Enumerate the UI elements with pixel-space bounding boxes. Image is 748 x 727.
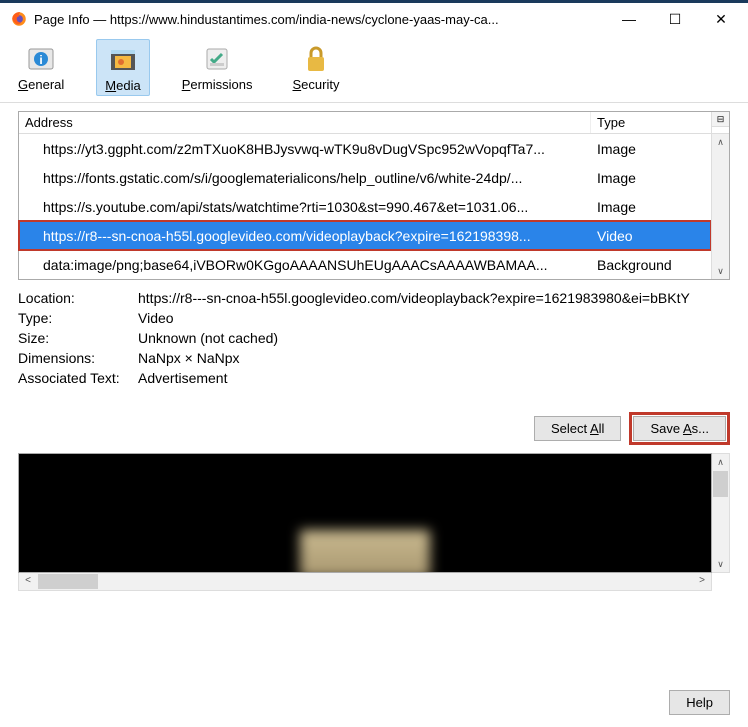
firefox-icon [10,10,28,28]
tab-toolbar: i General Media Permissions Security [0,35,748,103]
row-address: https://fonts.gstatic.com/s/i/googlemate… [19,170,591,186]
tab-media[interactable]: Media [96,39,149,96]
tab-permissions-label: Permissions [182,77,253,92]
page-info-window: Page Info — https://www.hindustantimes.c… [0,0,748,727]
scroll-left-icon[interactable]: < [19,573,37,590]
window-title: Page Info — https://www.hindustantimes.c… [34,12,606,27]
maximize-button[interactable]: ☐ [652,4,698,34]
list-row[interactable]: data:image/png;base64,iVBORw0KGgoAAAANSU… [19,250,711,279]
media-icon [107,44,139,76]
size-label: Size: [18,330,138,346]
type-label: Type: [18,310,138,326]
details-panel: Location: https://r8---sn-cnoa-h55l.goog… [18,288,730,388]
list-row[interactable]: https://s.youtube.com/api/stats/watchtim… [19,192,711,221]
preview-vscrollbar[interactable]: ∧ ∨ [712,453,730,573]
save-as-button[interactable]: Save As... [633,416,726,441]
general-icon: i [25,43,57,75]
close-button[interactable]: ✕ [698,4,744,34]
header-scrollbar-top: ⊟ [711,112,729,133]
column-type[interactable]: Type [591,112,711,133]
media-preview [18,453,712,573]
row-address: https://s.youtube.com/api/stats/watchtim… [19,199,591,215]
row-type: Image [591,170,711,186]
scroll-up-icon[interactable]: ∧ [712,134,729,150]
row-address: https://yt3.ggpht.com/z2mTXuoK8HBJysvwq-… [19,141,591,157]
list-header: Address Type ⊟ [19,112,729,134]
titlebar: Page Info — https://www.hindustantimes.c… [0,3,748,35]
column-picker-icon[interactable]: ⊟ [712,112,729,127]
content-area: Address Type ⊟ https://yt3.ggpht.com/z2m… [0,103,748,680]
help-button[interactable]: Help [669,690,730,715]
scroll-track[interactable] [712,498,729,556]
list-row-selected[interactable]: https://r8---sn-cnoa-h55l.googlevideo.co… [19,221,711,250]
minimize-button[interactable]: — [606,4,652,34]
media-list: Address Type ⊟ https://yt3.ggpht.com/z2m… [18,111,730,280]
row-type: Background [591,257,711,273]
scroll-up-icon[interactable]: ∧ [712,454,729,470]
tab-general[interactable]: i General [10,39,72,96]
list-row[interactable]: https://yt3.ggpht.com/z2mTXuoK8HBJysvwq-… [19,134,711,163]
select-all-button[interactable]: Select All [534,416,621,441]
scroll-thumb[interactable] [713,471,728,497]
scroll-track[interactable] [712,150,729,263]
scroll-down-icon[interactable]: ∨ [712,556,729,572]
tab-permissions[interactable]: Permissions [174,39,261,96]
tab-media-label: Media [105,78,140,93]
row-type: Image [591,141,711,157]
permissions-icon [201,43,233,75]
tab-security-label: Security [292,77,339,92]
location-label: Location: [18,290,138,306]
column-address[interactable]: Address [19,112,591,133]
preview-wrap: ∧ ∨ [18,453,730,573]
preview-content [300,530,430,573]
scroll-down-icon[interactable]: ∨ [712,263,729,279]
list-rows: https://yt3.ggpht.com/z2mTXuoK8HBJysvwq-… [19,134,711,279]
tab-security[interactable]: Security [284,39,347,96]
footer: Help [0,680,748,727]
associated-text-value: Advertisement [138,370,730,386]
list-row[interactable]: https://fonts.gstatic.com/s/i/googlemate… [19,163,711,192]
list-scrollbar[interactable]: ∧ ∨ [711,134,729,279]
scroll-thumb[interactable] [38,574,98,589]
row-address: https://r8---sn-cnoa-h55l.googlevideo.co… [19,228,591,244]
location-value: https://r8---sn-cnoa-h55l.googlevideo.co… [138,290,730,306]
row-type: Video [591,228,711,244]
dimensions-label: Dimensions: [18,350,138,366]
scroll-right-icon[interactable]: > [693,573,711,590]
preview-hscrollbar[interactable]: < > [18,573,712,591]
type-value: Video [138,310,730,326]
scroll-track[interactable] [37,573,693,590]
associated-text-label: Associated Text: [18,370,138,386]
tab-general-label: General [18,77,64,92]
window-controls: — ☐ ✕ [606,4,744,34]
dimensions-value: NaNpx × NaNpx [138,350,730,366]
svg-text:i: i [39,53,42,67]
security-icon [300,43,332,75]
size-value: Unknown (not cached) [138,330,730,346]
row-address: data:image/png;base64,iVBORw0KGgoAAAANSU… [19,257,591,273]
action-buttons: Select All Save As... [18,416,726,441]
row-type: Image [591,199,711,215]
